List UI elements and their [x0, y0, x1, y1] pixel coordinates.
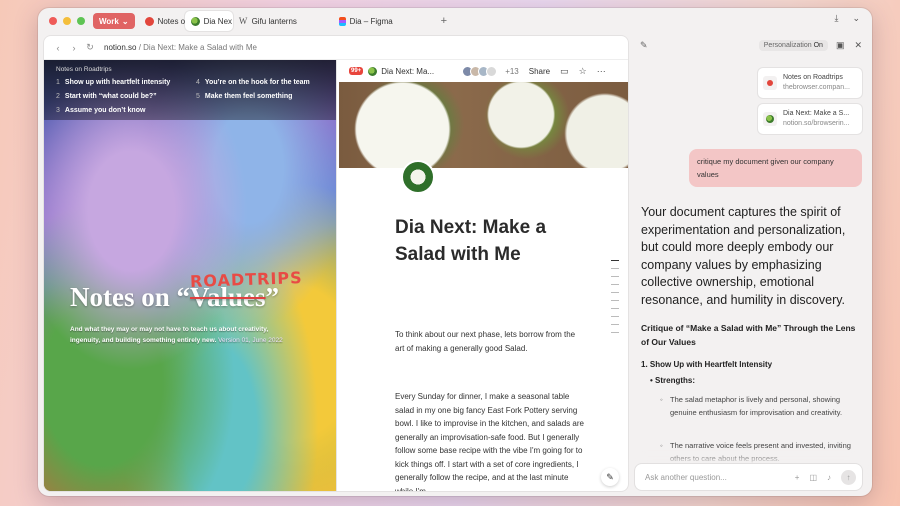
star-icon[interactable]: ☆ — [579, 66, 587, 77]
workspace-switcher[interactable]: Work ⌄ — [93, 13, 135, 29]
tab-dia-next[interactable]: Dia Nex — [184, 11, 233, 31]
outline-indicator[interactable] — [611, 260, 619, 340]
chevron-down-icon[interactable]: ⌄ — [852, 13, 860, 24]
tab-gifu-lanterns[interactable]: W Gifu lanterns — [233, 11, 333, 31]
sidebar-layout-icon[interactable]: ▣ — [836, 40, 845, 51]
toc-item[interactable]: 1 Show up with heartfelt intensity — [56, 76, 170, 90]
avatar — [486, 65, 498, 77]
pane-divider[interactable] — [336, 60, 337, 491]
paragraph-body: Every Sunday for dinner, I make a season… — [395, 392, 584, 491]
tab-label: Dia Nex — [203, 16, 233, 26]
list-item: The narrative voice feels present and in… — [660, 440, 860, 465]
user-message: critique my document given our company v… — [689, 149, 862, 187]
hero-subtitle: And what they may or may not have to tea… — [70, 326, 283, 344]
tab-label: Notes o — [157, 16, 185, 26]
share-button[interactable]: Share — [529, 67, 550, 76]
paragraph-intro: To think about our next phase, lets borr… — [395, 330, 576, 353]
send-button[interactable]: ↑ — [841, 469, 856, 485]
tabbar-actions: ⤓ ⌄ — [834, 13, 860, 24]
browser-window: Work ⌄ Notes o Dia Nex W Gifu lanterns D… — [38, 8, 872, 496]
more-icon[interactable]: ··· — [597, 66, 606, 76]
wikipedia-icon: W — [238, 16, 248, 26]
tab-label: Gifu lanterns — [251, 16, 297, 26]
toc-item[interactable]: 3 Assume you don’t know — [56, 104, 170, 118]
toc-column-right: 4 You’re on the hook for the team 5 Make t… — [196, 76, 310, 104]
salad-document-pane[interactable]: 99+ Dia Next: Ma... +13 Share ▭ ☆ ··· Di… — [339, 60, 628, 491]
maximize-window-button[interactable] — [77, 17, 85, 25]
close-icon[interactable]: ✕ — [854, 40, 862, 51]
context-url: notion.so/browserin... — [783, 120, 850, 127]
document-header: 99+ Dia Next: Ma... +13 Share ▭ ☆ ··· — [339, 60, 628, 82]
salad-icon — [190, 16, 200, 26]
edit-pen-icon[interactable]: ✎ — [601, 468, 619, 486]
ask-input[interactable]: Ask another question... + ◫ ♪ ↑ — [635, 464, 862, 490]
collaborator-count: +13 — [505, 66, 519, 76]
workspace-label: Work — [99, 16, 119, 26]
personalization-toggle[interactable]: Personalization On — [758, 39, 828, 51]
url-text[interactable]: notion.so / Dia Next: Make a Salad with … — [104, 43, 257, 52]
close-window-button[interactable] — [49, 17, 57, 25]
hero-title: Notes on “Values” — [70, 282, 280, 312]
tab-bar: Work ⌄ Notes o Dia Nex W Gifu lanterns D… — [38, 8, 872, 34]
back-arrow-icon[interactable]: ‹ — [50, 43, 66, 53]
address-bar[interactable]: ‹ › ↻ notion.so / Dia Next: Make a Salad… — [44, 36, 628, 60]
comment-icon[interactable]: ▭ — [560, 66, 569, 77]
struck-word: Values — [190, 282, 266, 312]
tab-notes[interactable]: Notes o — [139, 11, 185, 31]
list-item: The salad metaphor is lively and persona… — [660, 394, 860, 419]
minimize-window-button[interactable] — [63, 17, 71, 25]
red-dot-icon — [144, 16, 154, 26]
add-attachment-button[interactable]: + — [795, 473, 800, 482]
tab-label: Dia – Figma — [349, 16, 393, 26]
download-icon[interactable]: ⤓ — [834, 13, 838, 24]
toc-title: Notes on Roadtrips — [56, 66, 112, 73]
context-card-salad[interactable]: Dia Next: Make a S... notion.so/browseri… — [758, 104, 862, 134]
chevron-down-icon: ⌄ — [121, 16, 129, 26]
collaborator-avatars[interactable] — [462, 65, 498, 77]
toc-item[interactable]: 2 Start with “what could be?” — [56, 90, 170, 104]
critique-heading: Critique of “Make a Salad with Me” Throu… — [641, 323, 856, 347]
notification-badge[interactable]: 99+ — [349, 67, 364, 75]
window-controls — [49, 17, 85, 25]
version-label: Version 01, June 2022 — [218, 337, 283, 344]
notes-document-pane[interactable]: Notes on Roadtrips 1 Show up with heartfe… — [44, 60, 336, 491]
page-salad-icon[interactable] — [401, 160, 435, 194]
web-page: ‹ › ↻ notion.so / Dia Next: Make a Salad… — [44, 36, 628, 491]
strengths-label: • Strengths: — [650, 376, 696, 385]
salad-cover-image — [339, 82, 628, 168]
context-title: Dia Next: Make a S... — [783, 110, 850, 117]
new-chat-icon[interactable]: ✎ — [640, 40, 648, 51]
tab-figma[interactable]: Dia – Figma — [333, 11, 433, 31]
url-path: / Dia Next: Make a Salad with Me — [136, 43, 257, 52]
microphone-icon[interactable]: ♪ — [827, 473, 831, 482]
new-tab-button[interactable]: + — [441, 15, 447, 27]
ask-placeholder: Ask another question... — [645, 472, 727, 482]
url-domain: notion.so — [104, 43, 137, 52]
section-heading: 1. Show Up with Heartfelt Intensity — [641, 360, 773, 369]
salad-icon — [368, 66, 378, 76]
toc-item[interactable]: 5 Make them feel something — [196, 90, 310, 104]
salad-icon — [763, 112, 777, 126]
context-card-notes[interactable]: Notes on Roadtrips thebrowser.compan... — [758, 68, 862, 98]
context-url: thebrowser.compan... — [783, 84, 850, 91]
figma-icon — [338, 16, 346, 26]
red-dot-icon — [763, 76, 777, 90]
document-title-short[interactable]: Dia Next: Ma... — [381, 67, 459, 76]
document-title: Dia Next: Make a Salad with Me — [395, 217, 547, 265]
forward-arrow-icon[interactable]: › — [66, 43, 82, 53]
assistant-answer: Your document captures the spirit of exp… — [641, 205, 846, 307]
toc-item[interactable]: 4 You’re on the hook for the team — [196, 76, 310, 90]
assistant-sidebar: ✎ Personalization On ▣ ✕ Notes on Roadtr… — [630, 34, 872, 494]
sidebar-toolbar: ✎ Personalization On ▣ ✕ — [630, 34, 872, 56]
camera-icon[interactable]: ◫ — [809, 473, 817, 482]
reload-icon[interactable]: ↻ — [82, 42, 98, 53]
toc-column-left: 1 Show up with heartfelt intensity 2 Start… — [56, 76, 170, 118]
context-title: Notes on Roadtrips — [783, 74, 843, 81]
